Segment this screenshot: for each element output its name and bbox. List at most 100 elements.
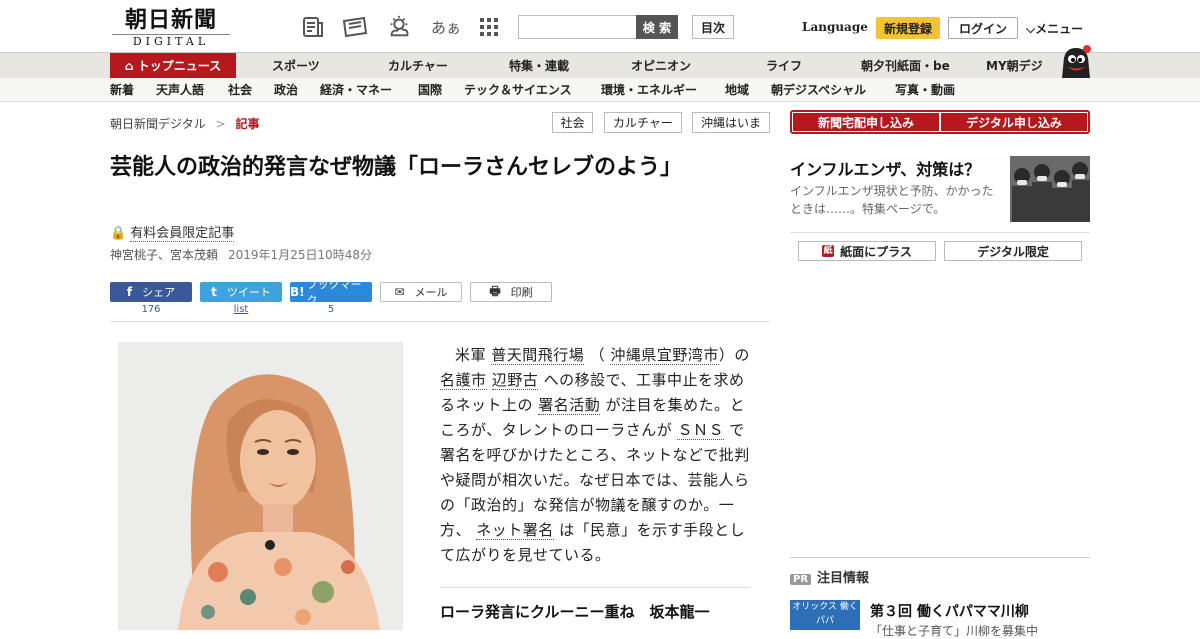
sidebar-divider (790, 232, 1090, 233)
keyword-link[interactable]: 沖縄県宜野湾市 (610, 346, 719, 365)
grid-icon[interactable] (476, 14, 502, 40)
logo-japanese: 朝日新聞 (124, 7, 217, 33)
nav2-environment[interactable]: 環境・エネルギー (601, 78, 697, 102)
member-label-text: 有料会員限定記事 (130, 226, 235, 242)
digital-subscribe-button[interactable]: デジタル申し込み (941, 113, 1087, 131)
feature-image[interactable] (1010, 156, 1090, 222)
register-button[interactable]: 新規登録 (876, 17, 940, 39)
print-button[interactable]: 🖶 印刷 (470, 282, 552, 302)
hatena-bookmark-button[interactable]: B! ブックマーク (290, 278, 372, 307)
nav-opinion[interactable]: オピニオン (631, 53, 691, 79)
feature-title[interactable]: インフルエンザ、対策は？ (790, 156, 980, 180)
nav2-tech[interactable]: テック＆サイエンス (464, 78, 572, 102)
digital-only-button[interactable]: デジタル限定 (944, 241, 1082, 261)
article-photo[interactable] (118, 342, 403, 630)
twitter-icon: t (211, 285, 217, 299)
feature-description: インフルエンザ現状と予防、かかったときは……。特集ページで。 (790, 184, 994, 216)
subscribe-box: 新聞宅配申し込み デジタル申し込み (790, 110, 1090, 134)
weather-icon[interactable] (386, 14, 412, 40)
pr-subtitle: 「仕事と子育て」川柳を募集中 (870, 624, 1039, 638)
nav2-photos[interactable]: 写真・動画 (895, 78, 955, 102)
keyword-link[interactable]: ネット署名 (476, 521, 554, 540)
facebook-icon: f (126, 285, 133, 299)
authors: 神宮桃子、宮本茂頼 (110, 248, 219, 262)
mascot-icon[interactable] (1058, 44, 1092, 78)
tag-society[interactable]: 社会 (552, 112, 593, 133)
nav-top-news[interactable]: ⌂ トップニュース (110, 53, 236, 79)
keyword-link[interactable]: 署名活動 (538, 396, 601, 415)
nav2-latest[interactable]: 新着 (110, 78, 134, 102)
twitter-list-link[interactable]: list (200, 304, 282, 315)
nav-sports[interactable]: スポーツ (272, 53, 320, 79)
nav-my-asadigi[interactable]: MY朝デジ (986, 53, 1043, 79)
mail-button[interactable]: ✉ メール (380, 282, 462, 302)
paper-subscribe-button[interactable]: 新聞宅配申し込み (793, 113, 939, 131)
publish-date: 2019年1月25日10時48分 (228, 248, 372, 262)
share-label: シェア (142, 286, 176, 299)
pr-title[interactable]: 第３回 働くパパママ川柳 (870, 601, 1029, 621)
nav2-tenseijingo[interactable]: 天声人語 (156, 78, 204, 102)
nav-culture[interactable]: カルチャー (388, 53, 448, 79)
lock-icon: 🔒 (110, 226, 127, 241)
facebook-share-button[interactable]: f シェア (110, 282, 192, 302)
breadcrumb-home[interactable]: 朝日新聞デジタル (110, 117, 206, 131)
site-header: 朝日新聞 DIGITAL あぁ 検 索 目次 Language 新規登録 ログイ… (0, 0, 1200, 52)
tag-culture[interactable]: カルチャー (604, 112, 682, 133)
keyword-link[interactable]: 普天間飛行場 (491, 346, 585, 365)
nav2-economy[interactable]: 経済・マネー (320, 78, 392, 102)
paper-plus-label: 紙面にプラス (840, 244, 912, 259)
pr-heading-label: 注目情報 (817, 571, 870, 586)
pr-badge: PR (790, 574, 812, 585)
twitter-share-button[interactable]: t ツイート (200, 282, 282, 302)
search-button[interactable]: 検 索 (636, 15, 678, 39)
paper-plus-button[interactable]: 紙紙面にプラス (798, 241, 936, 261)
facebook-count: 176 (141, 304, 161, 315)
nav2-international[interactable]: 国際 (418, 78, 442, 102)
paper-icon: 紙 (822, 245, 835, 257)
nav2-society[interactable]: 社会 (228, 78, 252, 102)
menu-label: メニュー (1035, 22, 1084, 36)
article-headline: 芸能人の政治的発言なぜ物議「ローラさんセレブのよう」 (110, 155, 683, 180)
nav2-politics[interactable]: 政治 (274, 78, 298, 102)
menu-button[interactable]: ⌵メニュー (1026, 20, 1083, 37)
login-button[interactable]: ログイン (948, 17, 1018, 39)
print-icon: 🖶 (489, 283, 501, 298)
nav-label: トップニュース (137, 59, 222, 73)
hatena-count: 5 (327, 304, 335, 315)
hatena-icon: B! (290, 285, 305, 299)
pr-image[interactable]: オリックス 働くパパ (790, 600, 860, 630)
logo-english: DIGITAL (112, 34, 230, 48)
article-lead: 米軍 普天間飛行場 （ 沖縄県宜野湾市）の 名護市 辺野古 への移設で、工事中止… (440, 346, 750, 564)
keyword-link[interactable]: 名護市 (440, 371, 487, 390)
nav-features[interactable]: 特集・連載 (509, 53, 569, 79)
toc-button[interactable]: 目次 (692, 15, 734, 39)
related-article-link[interactable]: ローラ発言にクルーニー重ね 坂本龍一 (440, 601, 750, 623)
keyword-link[interactable]: ＳＮＳ (677, 421, 724, 440)
primary-nav: ⌂ トップニュース スポーツ カルチャー 特集・連載 オピニオン ライフ 朝夕刊… (0, 52, 1200, 79)
mail-icon: ✉ (394, 285, 405, 299)
language-link[interactable]: Language (802, 20, 868, 34)
tag-okinawa[interactable]: 沖縄はいま (692, 112, 770, 133)
pr-divider (790, 557, 1090, 558)
secondary-nav: 新着 天声人語 社会 政治 経済・マネー 国際 テック＆サイエンス 環境・エネル… (0, 78, 1200, 102)
nav2-special[interactable]: 朝デジスペシャル (771, 78, 866, 102)
newspaper-icon[interactable] (342, 14, 368, 40)
breadcrumb-current: 記事 (235, 117, 260, 131)
nav-paper[interactable]: 朝夕刊紙面・be (861, 53, 950, 79)
news-icon[interactable] (300, 14, 326, 40)
tweet-label: ツイート (226, 286, 271, 299)
search-input[interactable] (518, 15, 638, 39)
pr-heading: PR 注目情報 (790, 567, 869, 586)
breadcrumb: 朝日新聞デジタル > 記事 (110, 115, 260, 132)
share-divider (110, 321, 770, 322)
nav2-region[interactable]: 地域 (725, 78, 749, 102)
print-label: 印刷 (510, 286, 533, 299)
related-divider (440, 587, 750, 588)
breadcrumb-separator: > (215, 117, 226, 131)
font-size-icon[interactable]: あぁ (430, 14, 462, 40)
nav-life[interactable]: ライフ (766, 53, 802, 79)
keyword-link[interactable]: 辺野古 (491, 371, 539, 390)
chevron-down-icon: ⌵ (1026, 22, 1036, 36)
site-logo[interactable]: 朝日新聞 DIGITAL (112, 8, 230, 48)
member-only-label[interactable]: 🔒 有料会員限定記事 (110, 222, 235, 242)
